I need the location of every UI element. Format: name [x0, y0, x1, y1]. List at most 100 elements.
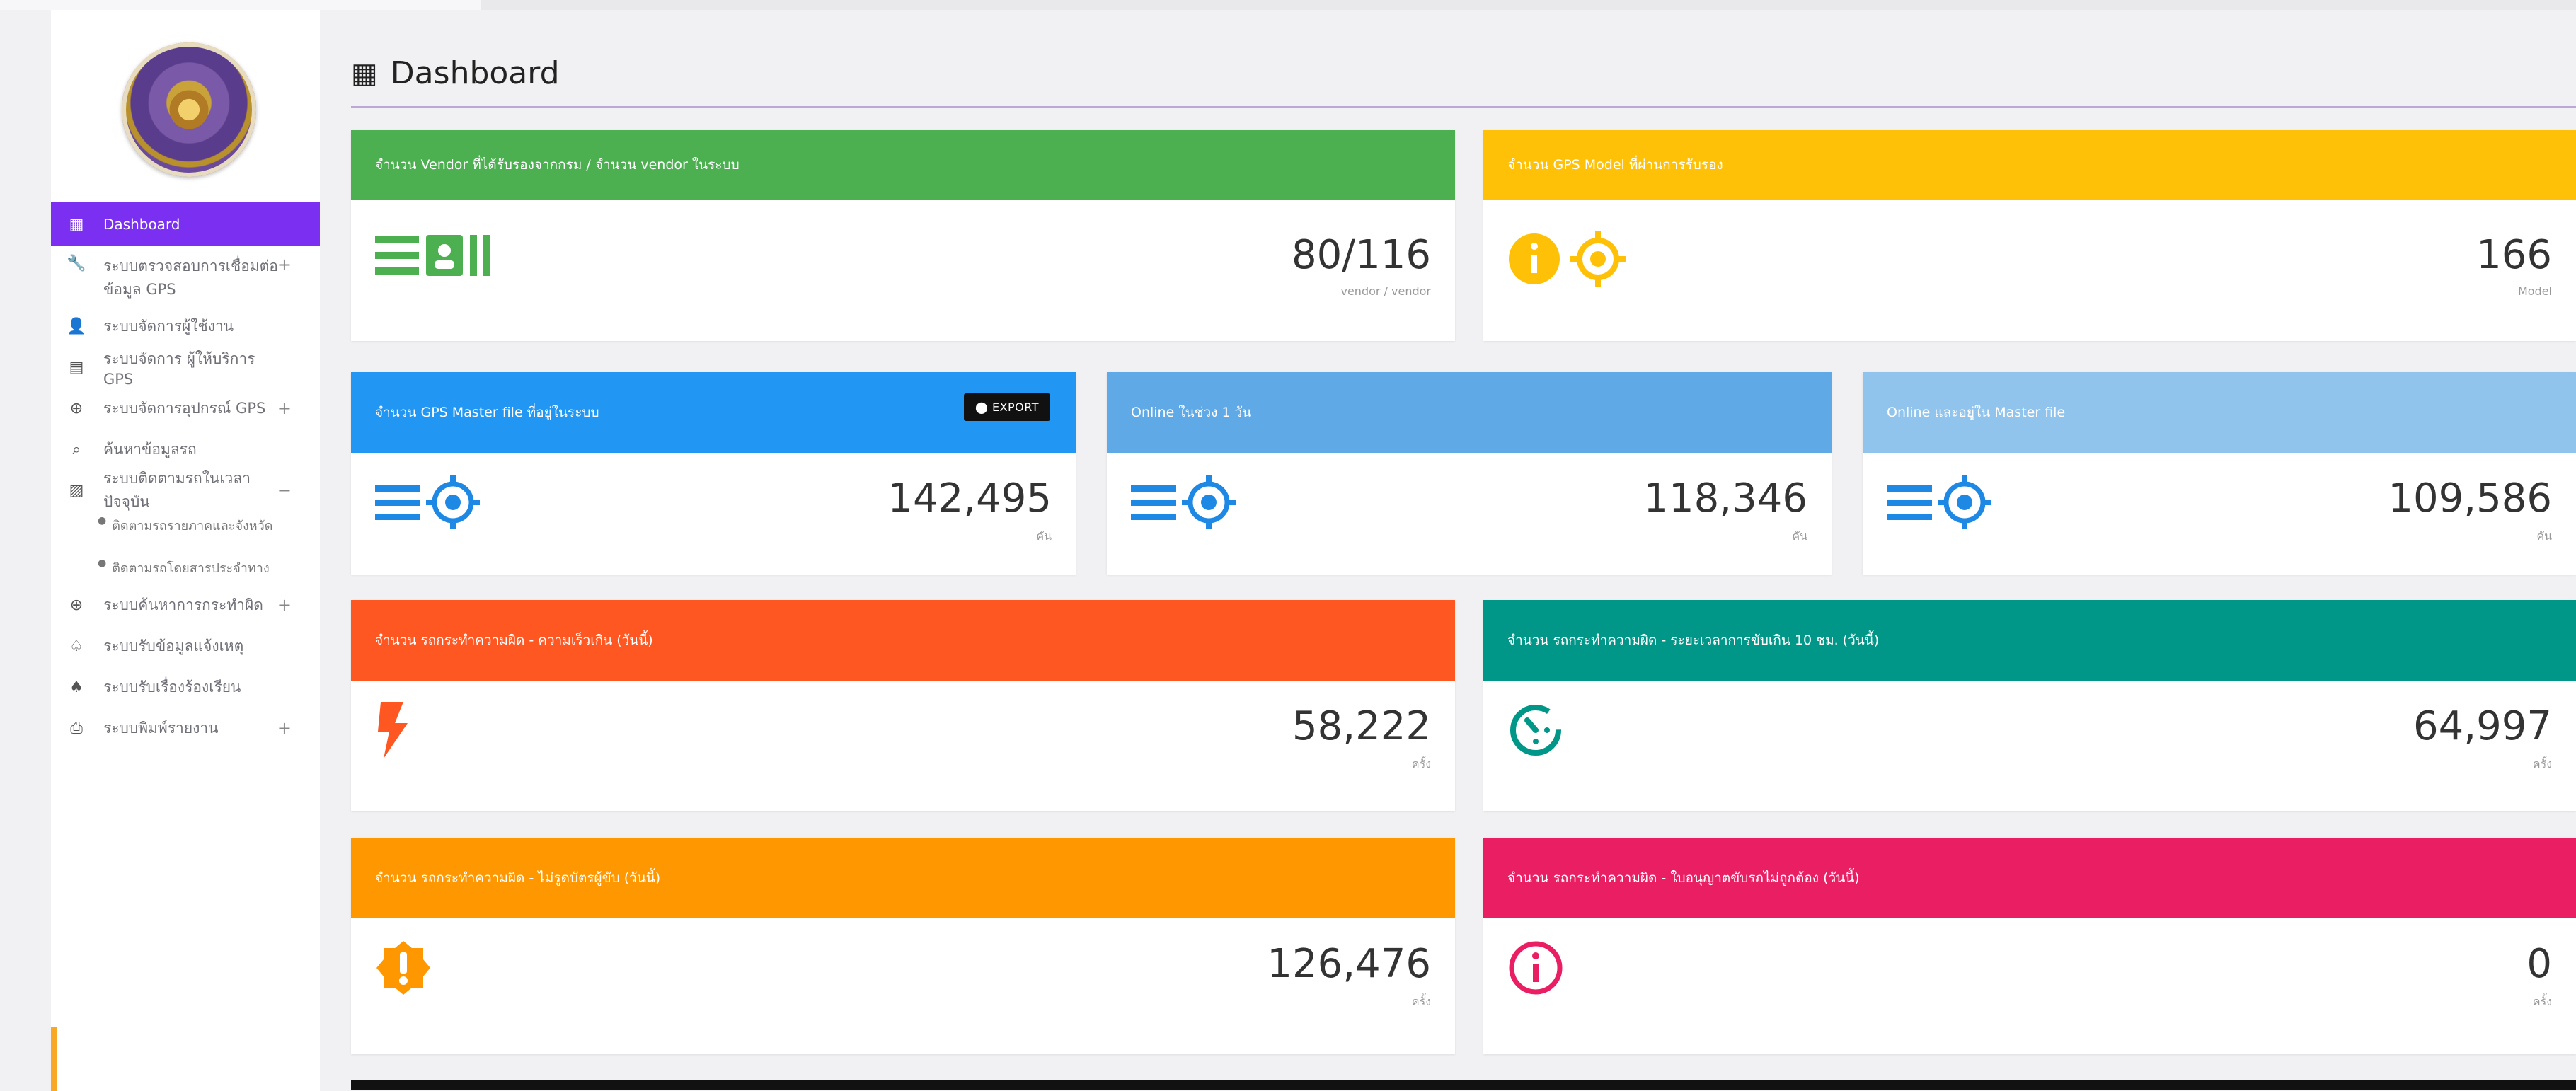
card-header: จำนวน รถกระทำความผิด - ใบอนุญาตขับรถไม่ถ…: [1483, 838, 2576, 918]
sidebar-item[interactable]: 👤 ระบบจัดการผู้ใช้งาน: [51, 306, 320, 347]
card-header: จำนวน รถกระทำความผิด - ความเร็วเกิน (วัน…: [351, 600, 1455, 681]
expand-icon[interactable]: +: [277, 718, 292, 738]
info-target-icon: [1507, 231, 1642, 295]
sidebar-item[interactable]: ▤ ระบบจัดการ ผู้ให้บริการ GPS: [51, 347, 320, 388]
card-title: จำนวน Vendor ที่ได้รับรองจากกรม / จำนวน …: [375, 157, 740, 173]
sidebar-subitem-label: ติดตามรถรายภาคและจังหวัด: [112, 519, 273, 533]
id-card-icon: ▤: [69, 358, 84, 376]
sidebar-item[interactable]: ⎙ ระบบพิมพ์รายงาน +: [51, 708, 320, 749]
sidebar-nav: ▦ Dashboard 🔧 ระบบตรวจสอบการเชื่อมต่อข้อมูล…: [51, 202, 320, 749]
card-header: จำนวน GPS Master file ที่อยู่ในระบบ ⬤ EX…: [351, 372, 1076, 453]
card-title: จำนวน รถกระทำความผิด - ใบอนุญาตขับรถไม่ถ…: [1507, 870, 1860, 886]
card-gps-master-file[interactable]: จำนวน GPS Master file ที่อยู่ในระบบ ⬤ EX…: [351, 372, 1076, 575]
bottom-bar: [351, 1080, 2576, 1090]
title-divider: [351, 106, 2576, 108]
sidebar-item[interactable]: ♠ ระบบรับเรื่องร้องเรียน: [51, 666, 320, 708]
card-unit: ครั้ง: [1411, 995, 1431, 1008]
main-content: ▦ Dashboard จำนวน Vendor ที่ได้รับรองจาก…: [351, 10, 2576, 1091]
page-title: ▦ Dashboard: [351, 55, 560, 91]
card-gps-model-count[interactable]: จำนวน GPS Model ที่ผ่านการรับรอง 166 Mod…: [1483, 130, 2576, 341]
pin-icon: ●: [98, 558, 107, 569]
card-unit: Model: [2517, 284, 2552, 298]
sidebar-subitem-label: ติดตามรถโดยสารประจำทาง: [112, 561, 270, 576]
sidebar-item-label: ระบบค้นหาการกระทำผิด: [103, 596, 263, 613]
info-circle-icon: [1507, 940, 1564, 1004]
top-bar: [0, 0, 2576, 10]
sidebar-item-label: ระบบตรวจสอบการเชื่อมต่อข้อมูล GPS: [103, 258, 278, 298]
card-value: 126,476: [1267, 941, 1431, 987]
card-header: Online และอยู่ใน Master file: [1863, 372, 2576, 453]
card-header: จำนวน Vendor ที่ได้รับรองจากกรม / จำนวน …: [351, 130, 1455, 200]
card-no-card-swipe-violations[interactable]: จำนวน รถกระทำความผิด - ไม่รูดบัตรผู้ขับ …: [351, 838, 1455, 1054]
sidebar-subitem[interactable]: ● ติดตามรถโดยสารประจำทาง: [51, 553, 320, 584]
bell-outline-icon: ♤: [69, 637, 84, 655]
card-drive-time-violations[interactable]: จำนวน รถกระทำความผิด - ระยะเวลาการขับเกิ…: [1483, 600, 2576, 811]
sidebar-item-label: ระบบรับเรื่องร้องเรียน: [103, 678, 241, 695]
card-online-master-file[interactable]: Online และอยู่ใน Master file 109,586 คัน: [1863, 372, 2576, 575]
sidebar-item[interactable]: ⌕ ค้นหาข้อมูลรถ: [51, 429, 320, 470]
card-unit: ครั้ง: [2532, 995, 2552, 1008]
card-speeding-violations[interactable]: จำนวน รถกระทำความผิด - ความเร็วเกิน (วัน…: [351, 600, 1455, 811]
expand-icon[interactable]: +: [277, 398, 292, 418]
collapse-icon[interactable]: −: [277, 480, 292, 500]
card-title: จำนวน GPS Master file ที่อยู่ในระบบ: [375, 405, 599, 420]
page-title-text: Dashboard: [390, 55, 560, 91]
sidebar-item-label: Dashboard: [103, 216, 180, 233]
card-value: 109,586: [2388, 475, 2552, 521]
sidebar-item[interactable]: ♤ ระบบรับข้อมูลแจ้งเหตุ: [51, 625, 320, 666]
map-icon: ▨: [69, 481, 84, 500]
card-title: จำนวน รถกระทำความผิด - ระยะเวลาการขับเกิ…: [1507, 633, 1880, 648]
expand-icon[interactable]: +: [277, 255, 292, 275]
card-unit: คัน: [1792, 529, 1807, 543]
card-title: จำนวน GPS Model ที่ผ่านการรับรอง: [1507, 157, 1723, 173]
card-value: 64,997: [2413, 703, 2552, 749]
sidebar-subitem[interactable]: ● ติดตามรถรายภาคและจังหวัด: [51, 511, 320, 553]
expand-icon[interactable]: +: [277, 595, 292, 615]
dashboard-icon: ▦: [351, 57, 378, 90]
sidebar-item[interactable]: ▦ Dashboard: [51, 202, 320, 246]
list-target-icon: [1131, 474, 1265, 538]
vendor-list-icon: [375, 231, 510, 288]
download-icon: ⬤: [974, 400, 992, 414]
card-header: จำนวน รถกระทำความผิด - ระยะเวลาการขับเกิ…: [1483, 600, 2576, 681]
card-unit: คัน: [1036, 529, 1052, 543]
bell-icon: ♠: [69, 678, 84, 696]
card-title: Online ในช่วง 1 วัน: [1131, 405, 1252, 420]
card-license-violations[interactable]: จำนวน รถกระทำความผิด - ใบอนุญาตขับรถไม่ถ…: [1483, 838, 2576, 1054]
card-unit: คัน: [2536, 529, 2552, 543]
sidebar-item[interactable]: ⊕ ระบบจัดการอุปกรณ์ GPS +: [51, 388, 320, 429]
card-unit: vendor / vendor: [1340, 284, 1431, 298]
card-header: Online ในช่วง 1 วัน: [1107, 372, 1832, 453]
card-unit: ครั้ง: [2532, 757, 2552, 770]
card-online-1-day[interactable]: Online ในช่วง 1 วัน 118,346 คัน: [1107, 372, 1832, 575]
card-title: จำนวน รถกระทำความผิด - ความเร็วเกิน (วัน…: [375, 633, 653, 648]
export-button[interactable]: ⬤ EXPORT: [963, 393, 1050, 421]
sidebar-item[interactable]: ⊕ ระบบค้นหาการกระทำผิด +: [51, 584, 320, 625]
card-value: 0: [2526, 941, 2552, 987]
user-icon: 👤: [67, 317, 86, 335]
sidebar-item-label: ระบบรับข้อมูลแจ้งเหตุ: [103, 637, 244, 654]
sidebar-item[interactable]: 🔧 ระบบตรวจสอบการเชื่อมต่อข้อมูล GPS +: [51, 246, 320, 306]
bolt-icon: [375, 702, 410, 766]
card-value: 142,495: [887, 475, 1052, 521]
card-title: Online และอยู่ใน Master file: [1887, 405, 2066, 420]
card-value: 58,222: [1292, 703, 1431, 749]
department-logo: [122, 42, 256, 177]
wrench-icon: 🔧: [67, 255, 86, 272]
dashboard-icon: ▦: [69, 215, 84, 233]
list-target-icon: [1887, 474, 2021, 538]
sidebar-accent-bar: [51, 1027, 57, 1091]
sidebar: ▦ Dashboard 🔧 ระบบตรวจสอบการเชื่อมต่อข้อมูล…: [51, 10, 320, 1091]
card-value: 166: [2476, 232, 2552, 278]
card-value: 80/116: [1291, 232, 1431, 278]
sidebar-item[interactable]: ▨ ระบบติดตามรถในเวลาปัจจุบัน −: [51, 470, 320, 511]
sidebar-item-label: ระบบจัดการอุปกรณ์ GPS: [103, 399, 266, 417]
card-header: จำนวน GPS Model ที่ผ่านการรับรอง: [1483, 130, 2576, 200]
card-vendor-count[interactable]: จำนวน Vendor ที่ได้รับรองจากกรม / จำนวน …: [351, 130, 1455, 341]
timer-icon: [1507, 702, 1564, 766]
pin-icon: ●: [98, 515, 107, 526]
sidebar-item-label: ระบบพิมพ์รายงาน: [103, 719, 219, 737]
card-value: 118,346: [1643, 475, 1807, 521]
sidebar-item-label: ระบบจัดการ ผู้ให้บริการ GPS: [103, 350, 255, 388]
print-icon: ⎙: [70, 719, 83, 737]
